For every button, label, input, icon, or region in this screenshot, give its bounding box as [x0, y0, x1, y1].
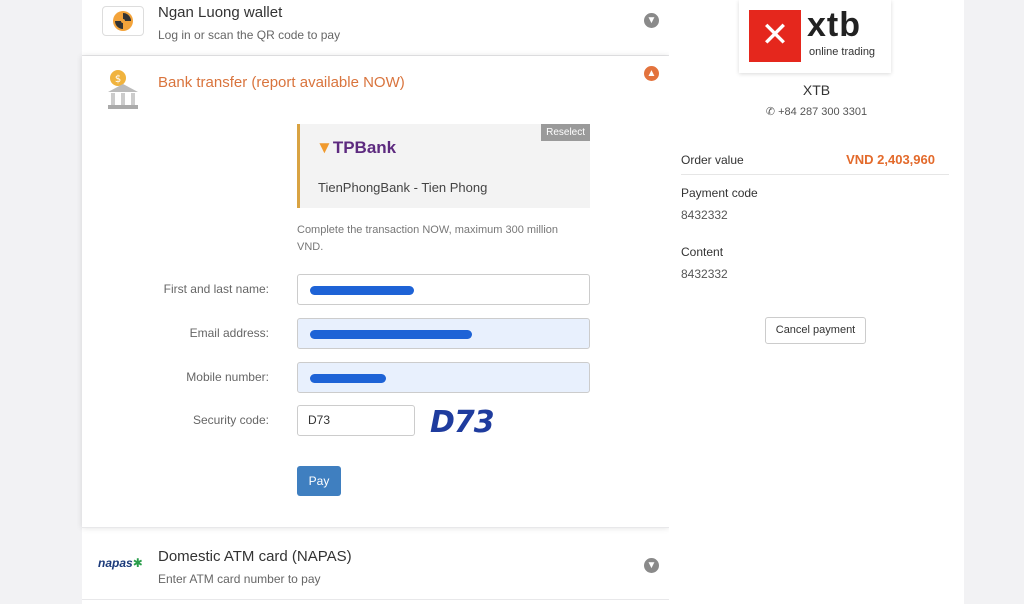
security-label: Security code: [192, 413, 269, 427]
method-wallet[interactable]: Ngan Luong wallet Log in or scan the QR … [82, 0, 669, 56]
redaction-mark [310, 374, 386, 383]
payment-code-value: 8432332 [681, 208, 728, 222]
pay-button[interactable]: Pay [297, 466, 341, 496]
method-bank-transfer-title: Bank transfer (report available NOW) [158, 74, 405, 91]
method-wallet-title: Ngan Luong wallet [158, 4, 283, 21]
method-wallet-subtitle: Log in or scan the QR code to pay [158, 28, 341, 42]
reselect-button[interactable]: Reselect [541, 124, 590, 141]
method-bank-transfer: $ Bank transfer (report available NOW) ▲… [82, 56, 669, 528]
mobile-field[interactable] [297, 362, 590, 393]
bank-name: TienPhongBank - Tien Phong [318, 180, 488, 195]
payment-methods-panel: Ngan Luong wallet Log in or scan the QR … [82, 0, 669, 604]
xtb-logo-word: xtb [807, 6, 861, 44]
name-label: First and last name: [163, 282, 269, 296]
napas-logo: napas✱ [98, 556, 143, 570]
mobile-row: Mobile number: [82, 362, 669, 394]
selected-bank: Reselect ▼TPBank TienPhongBank - Tien Ph… [297, 124, 590, 208]
xtb-logo-sub: online trading [809, 46, 876, 58]
security-code-field[interactable]: D73 [297, 405, 415, 436]
merchant-logo: ✕ xtb online trading [739, 0, 891, 73]
email-row: Email address: [82, 318, 669, 350]
method-atm-title: Domestic ATM card (NAPAS) [158, 548, 352, 565]
chevron-down-icon[interactable]: ▼ [644, 13, 659, 28]
phone-icon: ✆ [765, 106, 776, 118]
content-value: 8432332 [681, 267, 728, 281]
security-row: Security code: D73 D73 [82, 405, 669, 440]
tpbank-logo: ▼TPBank [316, 138, 397, 157]
cancel-payment-button[interactable]: Cancel payment [765, 317, 866, 344]
svg-text:$: $ [115, 74, 121, 85]
merchant-name: XTB [802, 82, 831, 98]
redaction-mark [310, 286, 414, 295]
method-atm-subtitle: Enter ATM card number to pay [158, 572, 321, 586]
redaction-mark [310, 330, 472, 339]
bank-icon: $ [104, 68, 142, 112]
xtb-logo-mark: ✕ [749, 10, 801, 62]
napas-logo-text: napas [98, 556, 133, 570]
payment-code-label: Payment code [681, 186, 758, 200]
email-label: Email address: [189, 326, 269, 340]
name-field[interactable] [297, 274, 590, 305]
chevron-down-icon[interactable]: ▼ [644, 558, 659, 573]
order-value: VND 2,403,960 [846, 152, 935, 167]
order-summary-panel: ✕ xtb online trading XTB ✆ +84 287 300 3… [669, 0, 964, 604]
order-value-row: Order value VND 2,403,960 [681, 145, 949, 175]
order-value-label: Order value [681, 153, 744, 167]
merchant-phone: ✆ +84 287 300 3301 [669, 105, 964, 118]
name-row: First and last name: [82, 274, 669, 306]
transaction-note: Complete the transaction NOW, maximum 30… [297, 224, 559, 253]
tpbank-logo-text: TPBank [332, 138, 397, 157]
wallet-icon [102, 6, 144, 36]
merchant-phone-number: +84 287 300 3301 [778, 106, 868, 118]
email-field[interactable] [297, 318, 590, 349]
content-label: Content [681, 245, 724, 259]
method-atm[interactable]: napas✱ Domestic ATM card (NAPAS) Enter A… [82, 528, 669, 600]
chevron-up-icon[interactable]: ▲ [644, 66, 659, 81]
mobile-label: Mobile number: [186, 370, 269, 384]
captcha-image: D73 [430, 405, 495, 440]
